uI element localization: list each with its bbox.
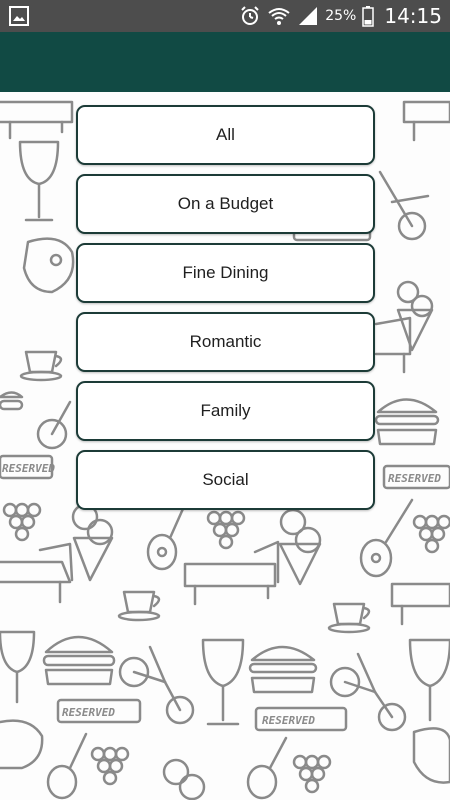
ice-cream-doodle — [396, 280, 434, 352]
bed-doodle — [0, 542, 74, 604]
category-button-romantic[interactable]: Romantic — [76, 312, 375, 372]
status-time: 14:15 — [384, 4, 442, 28]
wifi-icon — [268, 8, 290, 25]
burger-doodle — [42, 635, 116, 686]
grapes-doodle — [292, 754, 332, 794]
coffee-cup-doodle — [117, 590, 161, 622]
reserved-label: RESERVED — [388, 472, 441, 485]
category-button-social[interactable]: Social — [76, 450, 375, 510]
category-button-all[interactable]: All — [76, 105, 375, 165]
steak-doodle — [0, 719, 44, 770]
steak-doodle — [412, 727, 450, 784]
ice-cream-doodle — [162, 758, 206, 800]
status-bar: 25% 14:15 — [0, 0, 450, 32]
guitar-doodle — [46, 732, 88, 800]
bed-doodle — [390, 582, 450, 626]
bicycle-doodle — [118, 645, 195, 725]
category-button-on-a-budget[interactable]: On a Budget — [76, 174, 375, 234]
reserved-label: RESERVED — [62, 706, 115, 719]
wine-glass-doodle — [0, 630, 36, 704]
bed-doodle — [0, 100, 74, 140]
grapes-doodle — [90, 746, 130, 786]
burger-doodle — [374, 398, 440, 446]
alarm-icon — [241, 6, 259, 25]
bed-doodle — [402, 100, 450, 142]
battery-icon — [362, 6, 375, 27]
image-icon — [9, 6, 29, 26]
status-left — [8, 5, 30, 32]
wine-glass-doodle — [408, 638, 450, 722]
app-bar — [0, 32, 450, 92]
wine-glass-doodle — [18, 140, 60, 222]
guitar-doodle — [246, 736, 288, 800]
category-list: All On a Budget Fine Dining Romantic Fam… — [76, 105, 375, 519]
wine-glass-doodle — [201, 638, 245, 726]
category-button-family[interactable]: Family — [76, 381, 375, 441]
ice-cream-doodle — [278, 508, 322, 586]
battery-percentage: 25% — [325, 8, 357, 24]
steak-doodle — [22, 237, 75, 294]
bicycle-doodle — [329, 652, 407, 732]
burger-doodle — [248, 645, 318, 694]
reserved-label: RESERVED — [262, 714, 315, 727]
status-right: 25% 14:15 — [239, 0, 442, 32]
category-button-fine-dining[interactable]: Fine Dining — [76, 243, 375, 303]
content-area: RESERVED RESERVED RESERVED RESERVED RESE… — [0, 92, 450, 800]
grapes-doodle — [2, 502, 42, 542]
reserved-label: RESERVED — [2, 462, 55, 475]
burger-doodle — [0, 391, 24, 411]
grapes-doodle — [412, 514, 450, 554]
bed-doodle — [183, 540, 280, 606]
coffee-cup-doodle — [19, 350, 63, 382]
signal-icon — [299, 7, 318, 25]
coffee-cup-doodle — [327, 602, 371, 634]
